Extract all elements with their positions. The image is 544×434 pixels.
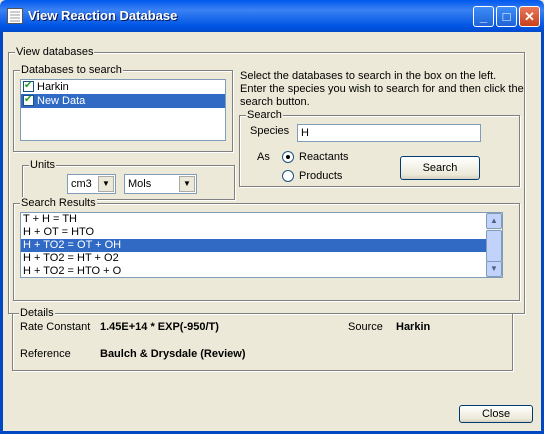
checkbox-new-data[interactable] <box>23 93 34 107</box>
search-results-group: Search Results T + H = TH H + OT = HTO H… <box>13 197 520 301</box>
details-label: Details <box>19 307 55 319</box>
details-group: Details Rate Constant 1.45E+14 * EXP(-95… <box>12 307 513 371</box>
source-value: Harkin <box>396 321 431 333</box>
dialog-client-area: View databases Databases to search Harki… <box>3 32 541 431</box>
result-row[interactable]: H + OT = HTO <box>21 226 502 239</box>
databases-to-search-label: Databases to search <box>20 64 123 76</box>
products-label[interactable]: Products <box>299 170 342 182</box>
amount-unit-select[interactable]: Mols ▼ <box>124 174 197 194</box>
database-item-label: New Data <box>37 95 86 107</box>
scroll-down-icon[interactable]: ▼ <box>486 261 502 277</box>
dialog-window: View Reaction Database _ □ ✕ View databa… <box>0 0 544 434</box>
reference-label: Reference <box>20 348 71 360</box>
reactants-radio[interactable] <box>282 151 294 163</box>
app-window-icon <box>7 8 23 24</box>
databases-to-search-group: Databases to search Harkin New Data <box>13 64 233 152</box>
products-radio[interactable] <box>282 170 294 182</box>
scroll-up-icon[interactable]: ▲ <box>486 213 502 229</box>
close-button[interactable]: Close <box>459 405 533 423</box>
minimize-button[interactable]: _ <box>473 6 494 27</box>
result-row-selected[interactable]: H + TO2 = OT + OH <box>21 239 502 252</box>
units-label: Units <box>29 159 57 171</box>
search-button[interactable]: Search <box>400 156 480 180</box>
scrollbar-thumb[interactable] <box>486 230 502 262</box>
search-group-label: Search <box>246 109 283 121</box>
species-label: Species <box>250 125 290 137</box>
search-results-label: Search Results <box>20 197 97 209</box>
result-row[interactable]: H + TO2 = HTO + O <box>21 265 502 277</box>
databases-listbox[interactable]: Harkin New Data <box>20 79 226 141</box>
chevron-down-icon[interactable]: ▼ <box>98 176 114 192</box>
volume-unit-value: cm3 <box>71 178 92 190</box>
species-input[interactable]: H <box>297 124 481 142</box>
source-label: Source <box>348 321 383 333</box>
results-scrollbar[interactable]: ▲ ▼ <box>486 213 502 277</box>
view-databases-group: View databases Databases to search Harki… <box>8 46 525 314</box>
reference-value: Baulch & Drysdale (Review) <box>100 348 246 360</box>
database-item-harkin[interactable]: Harkin <box>21 80 225 94</box>
amount-unit-value: Mols <box>128 178 152 190</box>
search-group: Search Species H As Reactants Products S… <box>239 109 520 187</box>
checkbox-harkin[interactable] <box>23 80 34 93</box>
volume-unit-select[interactable]: cm3 ▼ <box>67 174 116 194</box>
database-item-label: Harkin <box>37 81 69 93</box>
as-label: As <box>257 151 270 163</box>
title-bar[interactable]: View Reaction Database _ □ ✕ <box>0 0 544 32</box>
window-title: View Reaction Database <box>28 8 178 23</box>
rate-constant-label: Rate Constant <box>20 321 91 333</box>
result-row[interactable]: T + H = TH <box>21 213 502 226</box>
result-row[interactable]: H + TO2 = HT + O2 <box>21 252 502 265</box>
view-databases-label: View databases <box>15 46 95 58</box>
instructions-text: Select the databases to search in the bo… <box>240 70 524 108</box>
chevron-down-icon[interactable]: ▼ <box>179 176 195 192</box>
maximize-button[interactable]: □ <box>496 6 517 27</box>
close-window-button[interactable]: ✕ <box>519 6 540 27</box>
database-item-new-data[interactable]: New Data <box>21 93 225 108</box>
search-results-listbox[interactable]: T + H = TH H + OT = HTO H + TO2 = OT + O… <box>20 212 503 278</box>
reactants-label[interactable]: Reactants <box>299 151 349 163</box>
units-group: Units cm3 ▼ Mols ▼ <box>22 159 235 200</box>
rate-constant-value: 1.45E+14 * EXP(-950/T) <box>100 321 219 333</box>
